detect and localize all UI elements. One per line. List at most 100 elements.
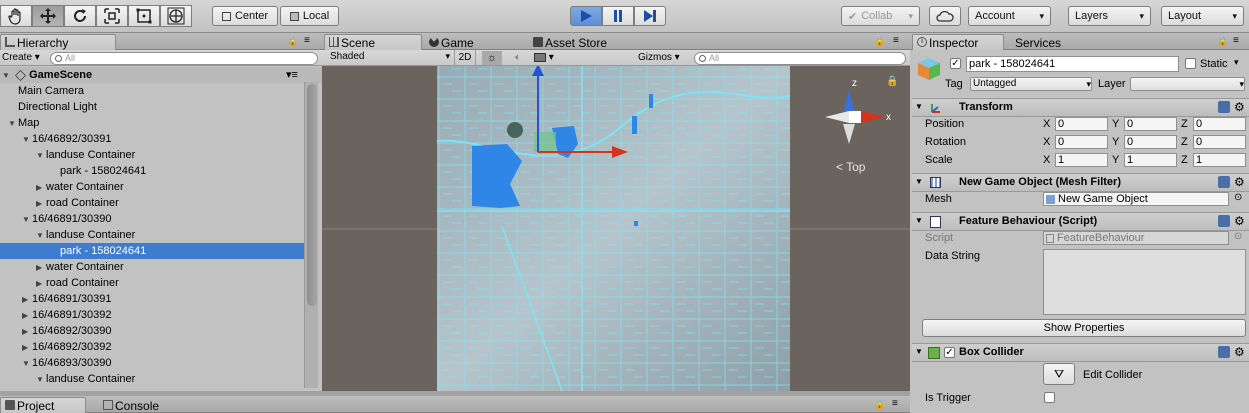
hierarchy-item[interactable]: ▶ road Container xyxy=(0,275,304,291)
hierarchy-item[interactable]: Directional Light xyxy=(0,99,304,115)
scene-menu-icon[interactable]: ≡ xyxy=(893,35,899,46)
tab-scene[interactable]: Scene xyxy=(324,34,422,50)
object-picker-icon[interactable]: ⊙ xyxy=(1234,192,1242,203)
collapsed-arrow-icon[interactable]: ▶ xyxy=(22,340,32,356)
layout-dropdown[interactable]: Layout xyxy=(1161,6,1244,26)
transform-scale-z-field[interactable]: 1 xyxy=(1193,153,1246,167)
collapsed-arrow-icon[interactable]: ▶ xyxy=(36,180,46,196)
mesh-object-field[interactable]: New Game Object xyxy=(1043,192,1229,206)
collapsed-arrow-icon[interactable]: ▶ xyxy=(22,324,32,340)
collapsed-arrow-icon[interactable]: ▶ xyxy=(22,308,32,324)
object-name-field[interactable]: park - 158024641 xyxy=(966,56,1179,72)
audio-toggle[interactable]: 🔈︎ xyxy=(508,51,528,65)
gizmos-dropdown[interactable]: Gizmos ▾ xyxy=(638,51,688,65)
collapsed-arrow-icon[interactable]: ▶ xyxy=(36,196,46,212)
pivot-center-toggle[interactable]: Center xyxy=(212,6,278,26)
gizmo-neg-z-cone[interactable] xyxy=(843,124,855,144)
lock-icon[interactable]: 🔒 xyxy=(287,36,298,47)
shading-mode-dropdown[interactable]: Shaded xyxy=(330,51,450,64)
tab-console[interactable]: Console xyxy=(98,397,188,413)
hierarchy-search-input[interactable]: All xyxy=(50,52,318,65)
transform-rotation-z-field[interactable]: 0 xyxy=(1193,135,1246,149)
collapsed-arrow-icon[interactable]: ▶ xyxy=(36,276,46,292)
box-collider-component-header[interactable]: ▼ ✓ Box Collider ⚙ xyxy=(912,343,1249,362)
toggle-2d-button[interactable]: 2D xyxy=(454,50,476,65)
transform-tool-button[interactable] xyxy=(160,5,192,27)
settings-gear-icon[interactable]: ⚙ xyxy=(1234,345,1245,359)
pause-button[interactable] xyxy=(602,6,634,26)
expanded-arrow-icon[interactable]: ▼ xyxy=(36,228,46,244)
scene-root-row[interactable]: ▼ GameScene ▾≡ xyxy=(0,67,322,83)
gizmo-neg-x-cone[interactable] xyxy=(825,111,849,123)
gizmo-center-cube[interactable] xyxy=(849,111,861,123)
bottom-menu-icon[interactable]: ≡ xyxy=(892,398,898,409)
hierarchy-item[interactable]: ▼ landuse Container xyxy=(0,147,304,163)
transform-rotation-y-field[interactable]: 0 xyxy=(1124,135,1177,149)
space-local-toggle[interactable]: Local xyxy=(280,6,339,26)
hierarchy-item[interactable]: ▶ water Container xyxy=(0,259,304,275)
settings-gear-icon[interactable]: ⚙ xyxy=(1234,214,1245,228)
hierarchy-item[interactable]: ▶ 16/46892/30392 xyxy=(0,339,304,355)
hierarchy-item[interactable]: ▼ landuse Container xyxy=(0,227,304,243)
transform-position-z-field[interactable]: 0 xyxy=(1193,117,1246,131)
play-button[interactable] xyxy=(570,6,602,26)
static-dropdown-icon[interactable]: ▾ xyxy=(1234,57,1239,68)
tab-asset-store[interactable]: Asset Store xyxy=(528,34,638,50)
mesh-filter-component-header[interactable]: ▼ New Game Object (Mesh Filter) ⚙ xyxy=(912,173,1249,192)
tab-hierarchy[interactable]: Hierarchy xyxy=(0,34,116,50)
scrollbar-thumb[interactable] xyxy=(307,84,317,306)
inspector-menu-icon[interactable]: ≡ xyxy=(1233,35,1239,46)
scene-menu-icon[interactable]: ▾≡ xyxy=(286,67,298,83)
gizmo-x-cone[interactable] xyxy=(861,111,885,123)
tab-inspector[interactable]: i Inspector xyxy=(912,34,1004,50)
hierarchy-item[interactable]: ▶ 16/46892/30390 xyxy=(0,323,304,339)
collab-dropdown[interactable]: ✔ Collab xyxy=(841,6,920,26)
expanded-arrow-icon[interactable]: ▼ xyxy=(22,356,32,372)
settings-gear-icon[interactable]: ⚙ xyxy=(1234,175,1245,189)
collapsed-arrow-icon[interactable]: ▶ xyxy=(22,292,32,308)
scene-viewport[interactable]: z x < Top 🔒 xyxy=(322,66,910,391)
bottom-lock-icon[interactable]: 🔒 xyxy=(874,399,885,410)
layers-dropdown[interactable]: Layers xyxy=(1068,6,1151,26)
rect-tool-button[interactable] xyxy=(128,5,160,27)
hierarchy-item[interactable]: ▼ 16/46891/30390 xyxy=(0,211,304,227)
rotate-tool-button[interactable] xyxy=(64,5,96,27)
layer-dropdown[interactable] xyxy=(1130,77,1245,91)
expanded-arrow-icon[interactable]: ▼ xyxy=(22,132,32,148)
expanded-arrow-icon[interactable]: ▼ xyxy=(8,116,18,132)
lighting-toggle[interactable]: ☼ xyxy=(482,51,502,65)
scale-tool-button[interactable] xyxy=(96,5,128,27)
create-dropdown[interactable]: Create ▾ xyxy=(2,52,40,63)
help-book-icon[interactable] xyxy=(1218,346,1230,358)
cloud-button[interactable] xyxy=(929,6,961,26)
static-checkbox[interactable] xyxy=(1185,58,1196,69)
hand-tool-button[interactable] xyxy=(0,5,32,27)
box-collider-enabled-checkbox[interactable]: ✓ xyxy=(944,347,955,358)
collapsed-arrow-icon[interactable]: ▶ xyxy=(36,260,46,276)
account-dropdown[interactable]: Account xyxy=(968,6,1051,26)
hierarchy-item[interactable]: park - 158024641 xyxy=(0,163,304,179)
expanded-arrow-icon[interactable]: ▼ xyxy=(36,148,46,164)
hierarchy-item[interactable]: ▼ 16/46893/30390 xyxy=(0,355,304,371)
hierarchy-item[interactable]: ▼ 16/46892/30391 xyxy=(0,131,304,147)
effects-dropdown[interactable]: ▾ xyxy=(534,51,570,65)
panel-menu-icon[interactable]: ≡ xyxy=(304,35,310,46)
transform-component-header[interactable]: ▼ Transform ⚙ xyxy=(912,98,1249,117)
scene-search-input[interactable]: All xyxy=(694,52,906,65)
view-orientation-label[interactable]: < Top xyxy=(836,160,865,174)
hierarchy-item[interactable]: ▼ landuse Container xyxy=(0,371,304,387)
hierarchy-item[interactable]: ▶ 16/46891/30391 xyxy=(0,291,304,307)
edit-collider-button[interactable]: ⛛ xyxy=(1043,363,1075,385)
help-book-icon[interactable] xyxy=(1218,176,1230,188)
transform-position-x-field[interactable]: 0 xyxy=(1055,117,1108,131)
tab-services[interactable]: Services xyxy=(1010,34,1080,50)
help-book-icon[interactable] xyxy=(1218,101,1230,113)
tag-dropdown[interactable]: Untagged xyxy=(970,77,1092,91)
move-tool-button[interactable] xyxy=(32,5,64,27)
inspector-lock-icon[interactable]: 🔒 xyxy=(1217,36,1228,47)
step-button[interactable] xyxy=(634,6,666,26)
feature-behaviour-component-header[interactable]: ▼ Feature Behaviour (Script) ⚙ xyxy=(912,212,1249,231)
hierarchy-item[interactable]: ▼ Map xyxy=(0,115,304,131)
is-trigger-checkbox[interactable] xyxy=(1044,392,1055,403)
hierarchy-item[interactable]: ▶ road Container xyxy=(0,195,304,211)
